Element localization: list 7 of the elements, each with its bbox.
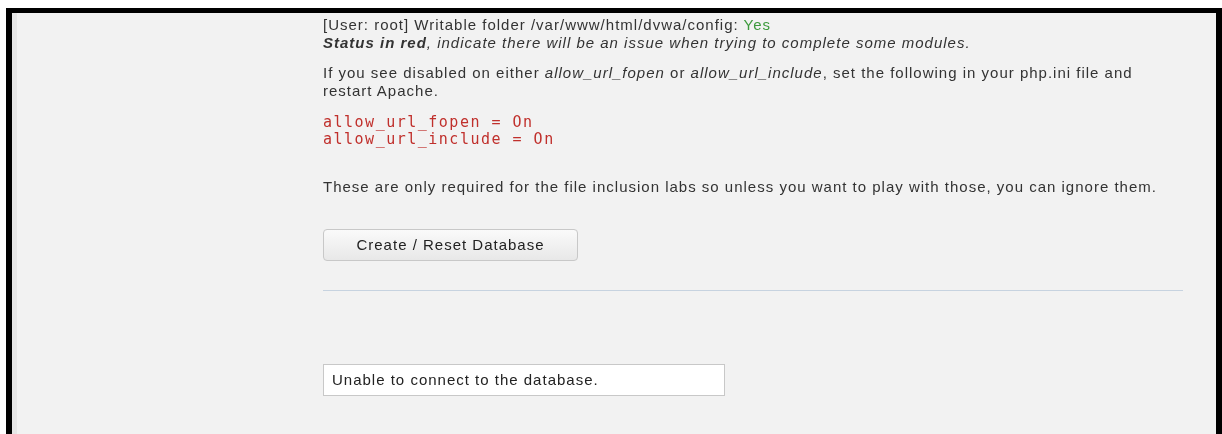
message-box: Unable to connect to the database. — [323, 364, 725, 396]
create-reset-database-button[interactable]: Create / Reset Database — [323, 229, 578, 261]
status-line: [User: root] Writable folder /var/www/html/dvwa/config: Yes — [323, 16, 773, 34]
code-text: allow_url_fopen = On allow_url_include = On — [323, 114, 555, 148]
instructions-text: If you see disabled on either allow_url_fopen or allow_url_include, set the following in your php.ini file and restart Apache. — [323, 64, 1134, 100]
note-text: These are only required for the file inclusion labs so unless you want to play with those, you can ignore them. — [323, 178, 1158, 196]
status-note: Status in red, indicate there will be an issue when trying to complete some modules. — [323, 34, 972, 52]
